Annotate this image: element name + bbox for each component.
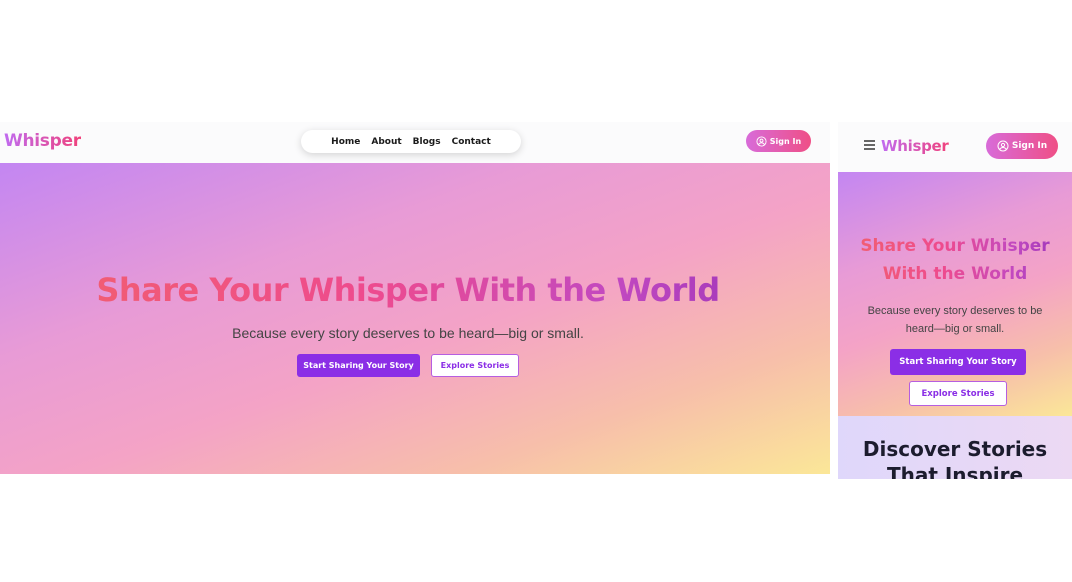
start-sharing-button[interactable]: Start Sharing Your Story (297, 354, 420, 377)
nav-item-contact[interactable]: Contact (452, 137, 491, 147)
signin-button[interactable]: Sign In (746, 130, 811, 152)
signin-label: Sign In (1011, 141, 1048, 151)
discover-title: Discover Stories That Inspire (862, 437, 1048, 479)
brand-logo[interactable]: Whisper (4, 131, 81, 151)
user-circle-icon (756, 135, 767, 147)
user-circle-icon (997, 140, 1009, 152)
hero-subtitle: Because every story deserves to be heard… (867, 305, 1043, 335)
mobile-navbar: Whisper Sign In (838, 122, 1072, 172)
hero-title: Share Your Whisper With the World (838, 232, 1072, 288)
nav-item-home[interactable]: Home (331, 137, 360, 147)
nav-menu: Home About Blogs Contact (301, 130, 521, 153)
signin-button[interactable]: Sign In (986, 133, 1058, 159)
mobile-view: Whisper Sign In Share Your Whisper With … (838, 122, 1072, 479)
desktop-view: Whisper Home About Blogs Contact Sign In… (0, 122, 830, 474)
start-sharing-button[interactable]: Start Sharing Your Story (890, 349, 1026, 375)
brand-logo[interactable]: Whisper (881, 137, 949, 155)
discover-section: Discover Stories That Inspire (838, 416, 1072, 479)
hero-title: Share Your Whisper With the World (0, 271, 816, 309)
hero-section: Share Your Whisper With the World Becaus… (838, 172, 1072, 416)
nav-item-blogs[interactable]: Blogs (413, 137, 441, 147)
desktop-navbar: Whisper Home About Blogs Contact Sign In (0, 122, 830, 163)
explore-stories-button[interactable]: Explore Stories (431, 354, 519, 377)
signin-label: Sign In (769, 136, 802, 146)
hero-section: Share Your Whisper With the World Becaus… (0, 163, 830, 474)
explore-stories-button[interactable]: Explore Stories (909, 381, 1007, 406)
nav-item-about[interactable]: About (371, 137, 401, 147)
hamburger-icon[interactable] (864, 140, 875, 150)
hero-subtitle: Because every story deserves to be heard… (232, 325, 584, 341)
